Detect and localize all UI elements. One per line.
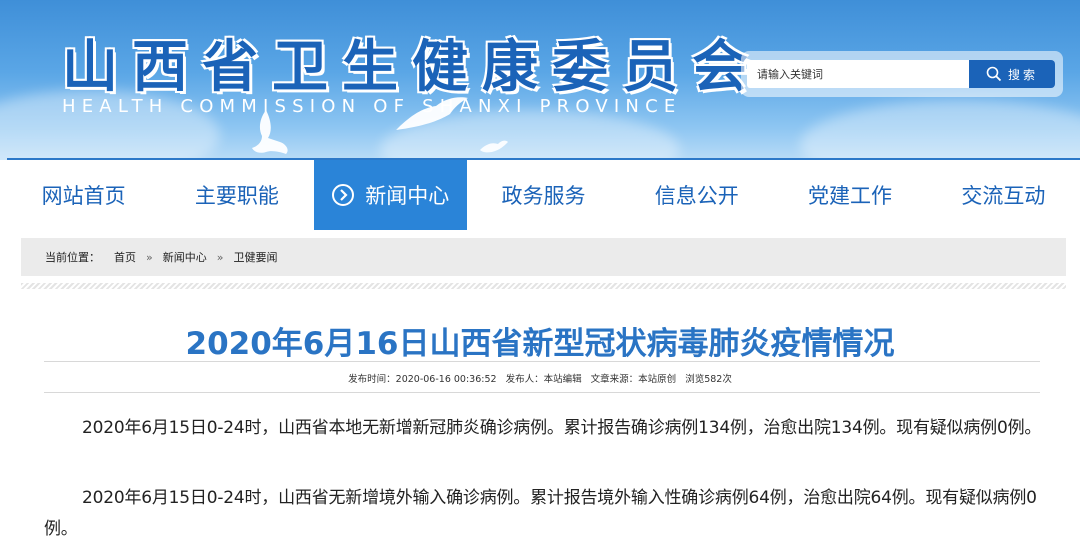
nav-item-interaction[interactable]: 交流互动	[927, 160, 1080, 230]
dove-icon	[396, 97, 468, 130]
nav-item-party[interactable]: 党建工作	[773, 160, 926, 230]
publisher: 发布人：本站编辑	[505, 374, 582, 385]
nav-item-label: 网站首页	[41, 184, 126, 208]
nav-item-label: 信息公开	[654, 184, 739, 208]
article-meta: 发布时间：2020-06-16 00:36:52 发布人：本站编辑 文章来源：本…	[0, 371, 1080, 385]
article-source: 文章来源：本站原创	[590, 374, 677, 385]
view-count: 浏览582次	[685, 374, 732, 385]
breadcrumb-prefix: 当前位置：	[45, 251, 100, 264]
search-button[interactable]: 搜索	[969, 60, 1055, 88]
site-title: 山西省卫生健康委员会	[62, 34, 762, 100]
dove-icon	[480, 140, 508, 153]
breadcrumb-link-home[interactable]: 首页	[114, 249, 136, 265]
article-paragraph: 2020年6月15日0-24时，山西省本地无新增新冠肺炎确诊病例。累计报告确诊病…	[82, 418, 1042, 438]
search-input[interactable]	[747, 60, 971, 88]
nav-item-label: 政务服务	[501, 184, 586, 208]
nav-item-label: 交流互动	[961, 184, 1046, 208]
divider	[44, 361, 1040, 362]
divider	[44, 392, 1040, 393]
breadcrumb: 当前位置： 首页 » 新闻中心 » 卫健要闻	[21, 238, 1066, 276]
breadcrumb-separator: »	[146, 250, 153, 264]
nav-item-label: 主要职能	[194, 184, 279, 208]
site-subtitle: HEALTH COMMISSION OF SHANXI PROVINCE	[62, 96, 682, 117]
nav-item-news[interactable]: 新闻中心	[313, 160, 467, 230]
publish-time: 发布时间：2020-06-16 00:36:52	[348, 374, 497, 385]
breadcrumb-link-news[interactable]: 新闻中心	[163, 249, 207, 265]
nav-item-functions[interactable]: 主要职能	[160, 160, 313, 230]
dove-icon	[252, 110, 288, 154]
nav-item-services[interactable]: 政务服务	[467, 160, 620, 230]
cloud-decoration	[800, 100, 1080, 160]
breadcrumb-link-current[interactable]: 卫健要闻	[233, 249, 277, 265]
nav-item-home[interactable]: 网站首页	[7, 160, 160, 230]
search-icon	[986, 66, 1002, 82]
nav-item-disclosure[interactable]: 信息公开	[620, 160, 773, 230]
search-box: 搜索	[741, 51, 1063, 97]
article-paragraph: 2020年6月15日0-24时，山西省无新增境外输入确诊病例。累计报告境外输入性…	[44, 488, 1037, 539]
divider	[21, 283, 1066, 289]
search-button-label: 搜索	[1007, 67, 1038, 82]
nav-item-label: 党建工作	[808, 184, 893, 208]
nav-item-label: 新闻中心	[365, 184, 450, 208]
main-nav: 网站首页 主要职能 新闻中心 政务服务 信息公开 党建工作 交流互动	[7, 158, 1080, 230]
breadcrumb-separator: »	[216, 250, 224, 264]
article-title: 2020年6月16日山西省新型冠状病毒肺炎疫情情况	[185, 326, 895, 362]
circle-arrow-icon	[332, 184, 355, 206]
site-header: 山西省卫生健康委员会 HEALTH COMMISSION OF SHANXI P…	[0, 0, 1080, 160]
